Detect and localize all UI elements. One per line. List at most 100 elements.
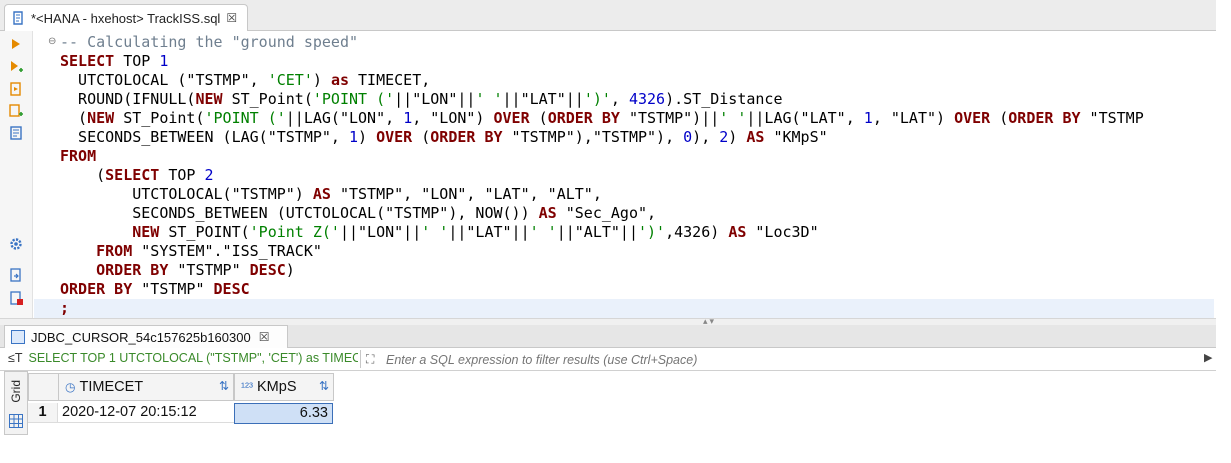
- code-token: ORDER BY: [60, 280, 133, 298]
- code-token: SELECT: [60, 52, 115, 70]
- code-token: ' ': [475, 90, 503, 108]
- code-line[interactable]: -- Calculating the "ground speed": [60, 33, 358, 52]
- expand-filter-icon[interactable]: ⛶: [366, 352, 374, 367]
- code-token: ||"LAT"||: [448, 223, 530, 241]
- code-line[interactable]: ORDER BY "TSTMP" DESC: [60, 280, 250, 299]
- code-line[interactable]: ;: [34, 299, 1214, 318]
- code-line[interactable]: (NEW ST_Point('POINT ('||LAG("LON", 1, "…: [60, 109, 1144, 128]
- row-number-header: [28, 373, 59, 401]
- close-icon[interactable]: ☒: [259, 330, 270, 344]
- sql-editor[interactable]: ⊖ -- Calculating the "ground speed" SELEC…: [34, 31, 1214, 318]
- code-token: ||"ALT"||: [556, 223, 638, 241]
- code-line[interactable]: ORDER BY "TSTMP" DESC): [60, 261, 295, 280]
- code-token: SECONDS_BETWEEN (LAG("TSTMP",: [60, 128, 349, 146]
- close-icon[interactable]: ☒: [226, 11, 237, 25]
- column-header-kmps[interactable]: ¹²³ KMpS ⇅: [234, 373, 334, 401]
- numeric-icon: ¹²³: [241, 380, 253, 394]
- code-token: AS: [538, 204, 557, 222]
- clock-icon: ◷: [65, 380, 76, 394]
- code-token: (: [412, 128, 431, 146]
- code-token: ' ': [421, 223, 449, 241]
- row-number[interactable]: 1: [28, 403, 58, 423]
- code-token: ' ': [529, 223, 557, 241]
- code-token: OVER: [376, 128, 413, 146]
- code-token: ORDER BY: [96, 261, 169, 279]
- code-token: -- Calculating the "ground speed": [60, 33, 359, 51]
- grid-view-tab[interactable]: Grid: [9, 380, 23, 403]
- code-line[interactable]: (SELECT TOP 2: [60, 166, 213, 185]
- filter-bar: ≤T SELECT TOP 1 UTCTOLOCAL ("TSTMP", 'CET…: [0, 348, 1216, 371]
- code-line[interactable]: FROM: [60, 147, 96, 166]
- apply-filter-icon[interactable]: ▶: [1204, 351, 1212, 364]
- code-token: 'POINT (': [204, 109, 286, 127]
- filter-input[interactable]: [384, 350, 1198, 369]
- code-token: ')': [583, 90, 611, 108]
- code-token: (: [990, 109, 1009, 127]
- results-tab-cursor[interactable]: JDBC_CURSOR_54c157625b160300 ☒: [4, 325, 288, 348]
- error-log-icon[interactable]: [8, 290, 24, 306]
- code-token: ): [285, 261, 295, 279]
- cell-kmps[interactable]: 6.33: [234, 403, 333, 424]
- gear-icon[interactable]: [8, 236, 24, 252]
- results-tab-bar: JDBC_CURSOR_54c157625b160300 ☒: [0, 325, 1216, 348]
- code-token: 'CET': [267, 71, 313, 89]
- sort-filter-icon[interactable]: ⇅: [319, 379, 329, 393]
- code-token: ROUND(IFNULL(: [60, 90, 196, 108]
- code-token: DESC: [213, 280, 250, 298]
- query-preview[interactable]: ≤T SELECT TOP 1 UTCTOLOCAL ("TSTMP", 'CET…: [8, 351, 358, 365]
- code-token: "TSTMP"),"TSTMP"),: [502, 128, 684, 146]
- code-token: 'POINT (': [312, 90, 395, 108]
- code-token: "TSTMP: [1080, 109, 1144, 127]
- code-token: 2: [719, 128, 729, 146]
- cell-timecet[interactable]: 2020-12-07 20:15:12: [58, 403, 235, 423]
- code-token: ||LAG("LAT",: [746, 109, 864, 127]
- code-token: UTCTOLOCAL("TSTMP"): [60, 185, 313, 203]
- execute-in-new-tab-icon[interactable]: [8, 59, 24, 75]
- code-token: NEW: [132, 223, 160, 241]
- column-name: KMpS: [257, 379, 297, 395]
- code-token: ')': [638, 223, 666, 241]
- grid-icon[interactable]: [9, 414, 23, 428]
- code-line[interactable]: FROM "SYSTEM"."ISS_TRACK": [60, 242, 322, 261]
- code-line[interactable]: SELECT TOP 1: [60, 52, 168, 71]
- code-token: "TSTMP": [168, 261, 250, 279]
- code-token: "SYSTEM"."ISS_TRACK": [132, 242, 322, 260]
- sql-file-icon: [13, 11, 23, 25]
- filter-separator: [360, 350, 361, 368]
- code-line[interactable]: SECONDS_BETWEEN (LAG("TSTMP", 1) OVER (O…: [60, 128, 828, 147]
- code-line[interactable]: NEW ST_POINT('Point Z('||"LON"||' '||"LA…: [60, 223, 819, 242]
- code-token: ): [312, 71, 331, 89]
- execute-script-icon[interactable]: [8, 81, 24, 97]
- export-icon[interactable]: [8, 267, 24, 283]
- editor-tab-trackiss[interactable]: *<HANA - hxehost> TrackISS.sql ☒: [4, 4, 248, 31]
- execute-statement-icon[interactable]: [8, 36, 24, 52]
- execute-script-new-tabs-icon[interactable]: [8, 103, 24, 119]
- code-line[interactable]: UTCTOLOCAL("TSTMP") AS "TSTMP", "LON", "…: [60, 185, 602, 204]
- code-token: AS: [728, 223, 747, 241]
- code-token: 1: [348, 128, 359, 146]
- query-preview-text: SELECT TOP 1 UTCTOLOCAL ("TSTMP", 'CET')…: [28, 351, 359, 365]
- code-token: OVER: [954, 109, 991, 127]
- code-token: ): [728, 128, 747, 146]
- code-token: "KMpS": [764, 128, 828, 146]
- explain-plan-icon[interactable]: [8, 125, 24, 141]
- fold-toggle-icon[interactable]: ⊖: [48, 36, 56, 47]
- code-token: 0: [683, 128, 693, 146]
- code-token: ST_Point(: [114, 109, 205, 127]
- code-token: ORDER BY: [547, 109, 620, 127]
- editor-tab-bar: *<HANA - hxehost> TrackISS.sql ☒: [0, 0, 1216, 31]
- column-header-timecet[interactable]: ◷ TIMECET ⇅: [58, 373, 234, 401]
- code-token: "TSTMP", "LON", "LAT", "ALT",: [330, 185, 602, 203]
- code-token: ),: [692, 128, 720, 146]
- code-token: ST_POINT(: [159, 223, 250, 241]
- code-token: FROM: [96, 242, 133, 260]
- code-token: SECONDS_BETWEEN (UTCTOLOCAL("TSTMP"), NO…: [60, 204, 539, 222]
- code-line[interactable]: UTCTOLOCAL ("TSTMP", 'CET') as TIMECET,: [60, 71, 430, 90]
- code-token: "Loc3D": [746, 223, 819, 241]
- code-token: NEW: [195, 90, 223, 108]
- code-line[interactable]: ROUND(IFNULL(NEW ST_Point('POINT ('||"LO…: [60, 90, 782, 109]
- sort-filter-icon[interactable]: ⇅: [219, 379, 229, 393]
- code-line[interactable]: SECONDS_BETWEEN (UTCTOLOCAL("TSTMP"), NO…: [60, 204, 656, 223]
- code-token: TOP: [114, 52, 160, 70]
